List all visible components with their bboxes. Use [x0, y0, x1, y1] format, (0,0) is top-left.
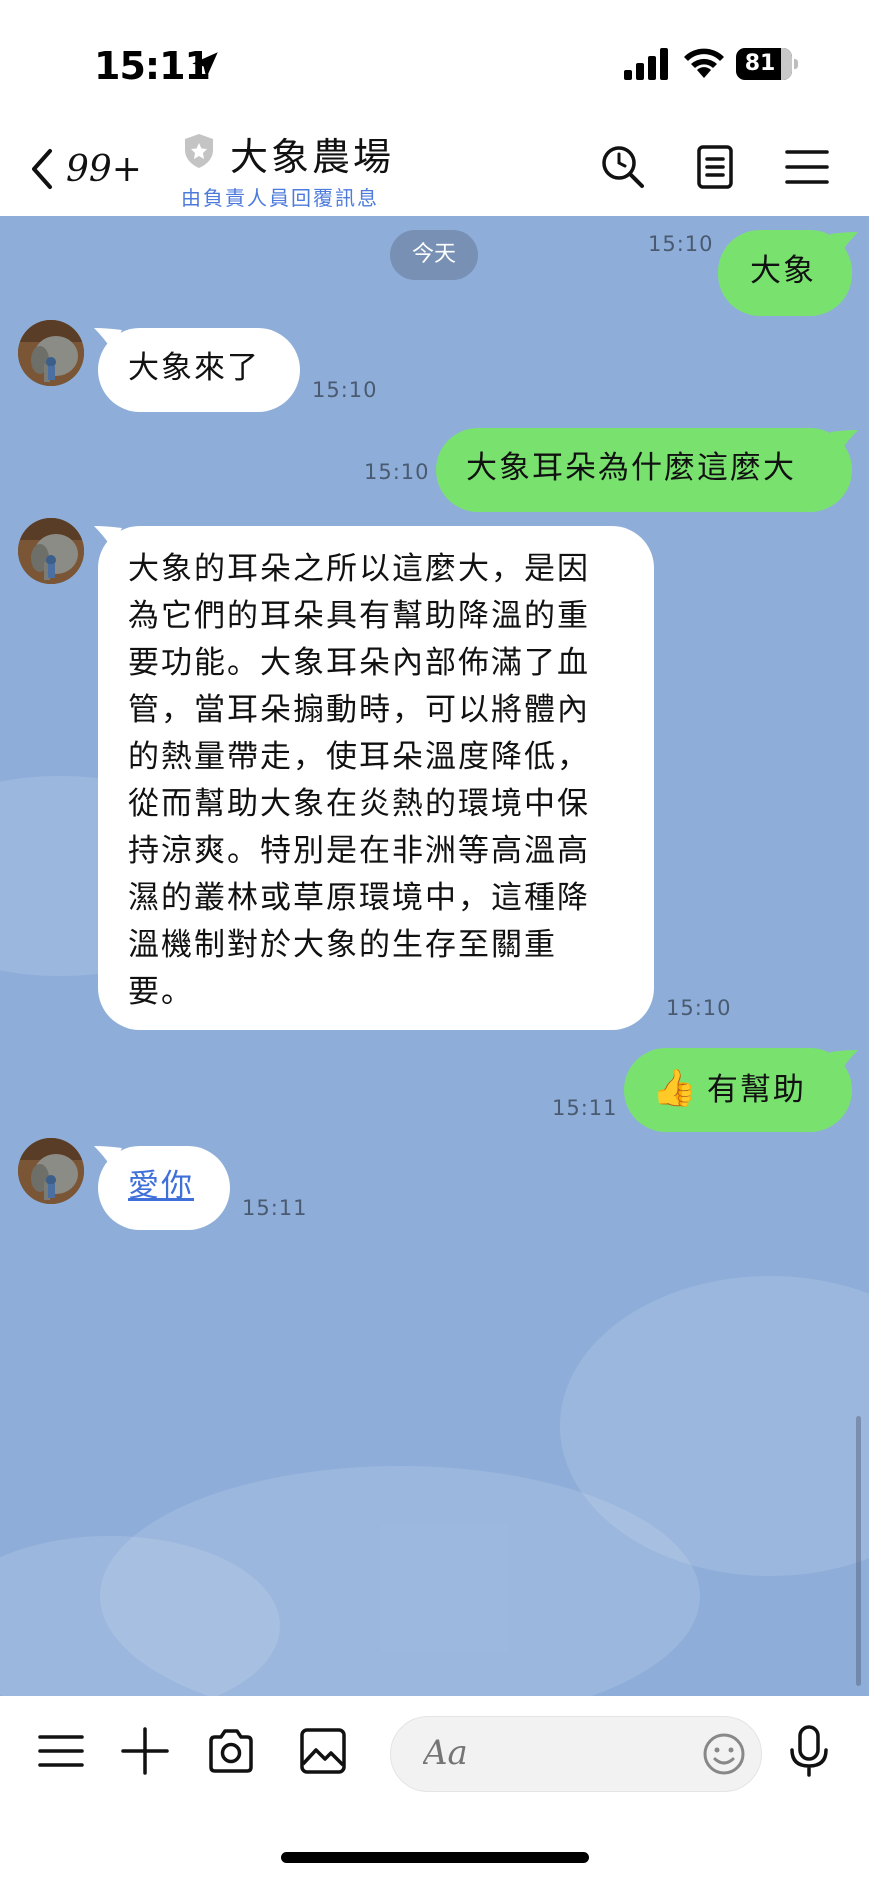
- menu-icon[interactable]: [36, 1726, 86, 1776]
- my-message-bubble[interactable]: 大象耳朵為什麼這麼大: [436, 428, 852, 512]
- emoji-icon[interactable]: [701, 1731, 747, 1777]
- battery-level-text: 81: [744, 51, 776, 76]
- chat-header: 99+ 大象農場 由負責人員回覆訊息: [0, 120, 869, 216]
- message-text: 大象耳朵為什麼這麼大: [466, 450, 796, 486]
- line-chat-screen: 15:11 81 99+ 大象農場 由負責人員回覆訊息 今天 15:10 大象 …: [0, 0, 869, 1884]
- chevron-left-icon: [32, 149, 52, 189]
- avatar[interactable]: [18, 1138, 84, 1204]
- notes-icon[interactable]: [690, 142, 740, 192]
- scrollbar[interactable]: [856, 1416, 861, 1686]
- message-time: 15:10: [666, 996, 732, 1020]
- message-time: 15:10: [364, 460, 430, 484]
- menu-icon[interactable]: [782, 142, 832, 192]
- message-line: 管，當耳朵搧動時，可以將體內: [128, 692, 590, 728]
- elephant-avatar-image: [18, 320, 84, 386]
- microphone-icon[interactable]: [786, 1724, 832, 1778]
- thumbs-up-emoji: 👍: [652, 1068, 699, 1109]
- chat-message-area[interactable]: 今天 15:10 大象 大象來了 15:10 15:10 大象耳朵為什麼這麼大 …: [0, 216, 869, 1696]
- date-divider: 今天: [390, 230, 478, 280]
- location-arrow-icon: [192, 52, 218, 78]
- search-icon[interactable]: [598, 142, 648, 192]
- message-time: 15:10: [312, 378, 378, 402]
- shield-icon: [185, 134, 213, 168]
- bubble-tail: [830, 430, 858, 452]
- their-message-bubble[interactable]: 大象來了: [98, 328, 300, 412]
- back-button[interactable]: 99+: [28, 144, 148, 194]
- message-input-box[interactable]: [390, 1716, 762, 1792]
- camera-icon[interactable]: [206, 1726, 256, 1776]
- message-time: 15:10: [648, 232, 714, 256]
- bubble-tail: [830, 232, 858, 254]
- avatar[interactable]: [18, 518, 84, 584]
- their-message-bubble[interactable]: 大象的耳朵之所以這麼大，是因 為它們的耳朵具有幫助降溫的重 要功能。大象耳朵內部…: [98, 526, 654, 1030]
- cellular-signal-icon: [624, 48, 668, 80]
- message-line: 大象的耳朵之所以這麼大，是因: [128, 551, 590, 587]
- message-toolbar: [0, 1696, 869, 1884]
- message-text: 有幫助: [706, 1072, 806, 1108]
- message-input[interactable]: [423, 1733, 643, 1773]
- chat-title[interactable]: 大象農場: [230, 126, 394, 181]
- bubble-tail: [830, 1050, 858, 1072]
- elephant-avatar-image: [18, 518, 84, 584]
- avatar[interactable]: [18, 320, 84, 386]
- battery-icon: 81: [736, 48, 798, 80]
- unread-count: 99+: [66, 148, 142, 190]
- message-line: 的熱量帶走，使耳朵溫度降低，: [128, 739, 590, 775]
- message-time: 15:11: [552, 1096, 618, 1120]
- message-line: 為它們的耳朵具有幫助降溫的重: [128, 598, 590, 634]
- message-text: 大象: [750, 253, 816, 289]
- message-time: 15:11: [242, 1196, 308, 1220]
- message-line: 要。: [128, 974, 194, 1010]
- message-line: 溫機制對於大象的生存至關重: [128, 927, 557, 963]
- their-message-bubble[interactable]: 愛你: [98, 1146, 230, 1230]
- message-line: 要功能。大象耳朵內部佈滿了血: [128, 645, 590, 681]
- status-bar: 15:11 81: [0, 0, 869, 120]
- message-line: 濕的叢林或草原環境中，這種降: [128, 880, 590, 916]
- message-link[interactable]: 愛你: [128, 1168, 194, 1204]
- home-indicator[interactable]: [281, 1852, 589, 1863]
- message-text: 大象來了: [128, 350, 260, 386]
- image-icon[interactable]: [298, 1726, 348, 1776]
- wifi-icon: [684, 48, 724, 78]
- message-line: 持涼爽。特別是在非洲等高溫高: [128, 833, 590, 869]
- chat-subtitle: 由負責人員回覆訊息: [181, 186, 379, 210]
- message-line: 從而幫助大象在炎熱的環境中保: [128, 786, 590, 822]
- my-message-bubble[interactable]: 👍 有幫助: [624, 1048, 852, 1132]
- elephant-avatar-image: [18, 1138, 84, 1204]
- plus-icon[interactable]: [120, 1726, 170, 1776]
